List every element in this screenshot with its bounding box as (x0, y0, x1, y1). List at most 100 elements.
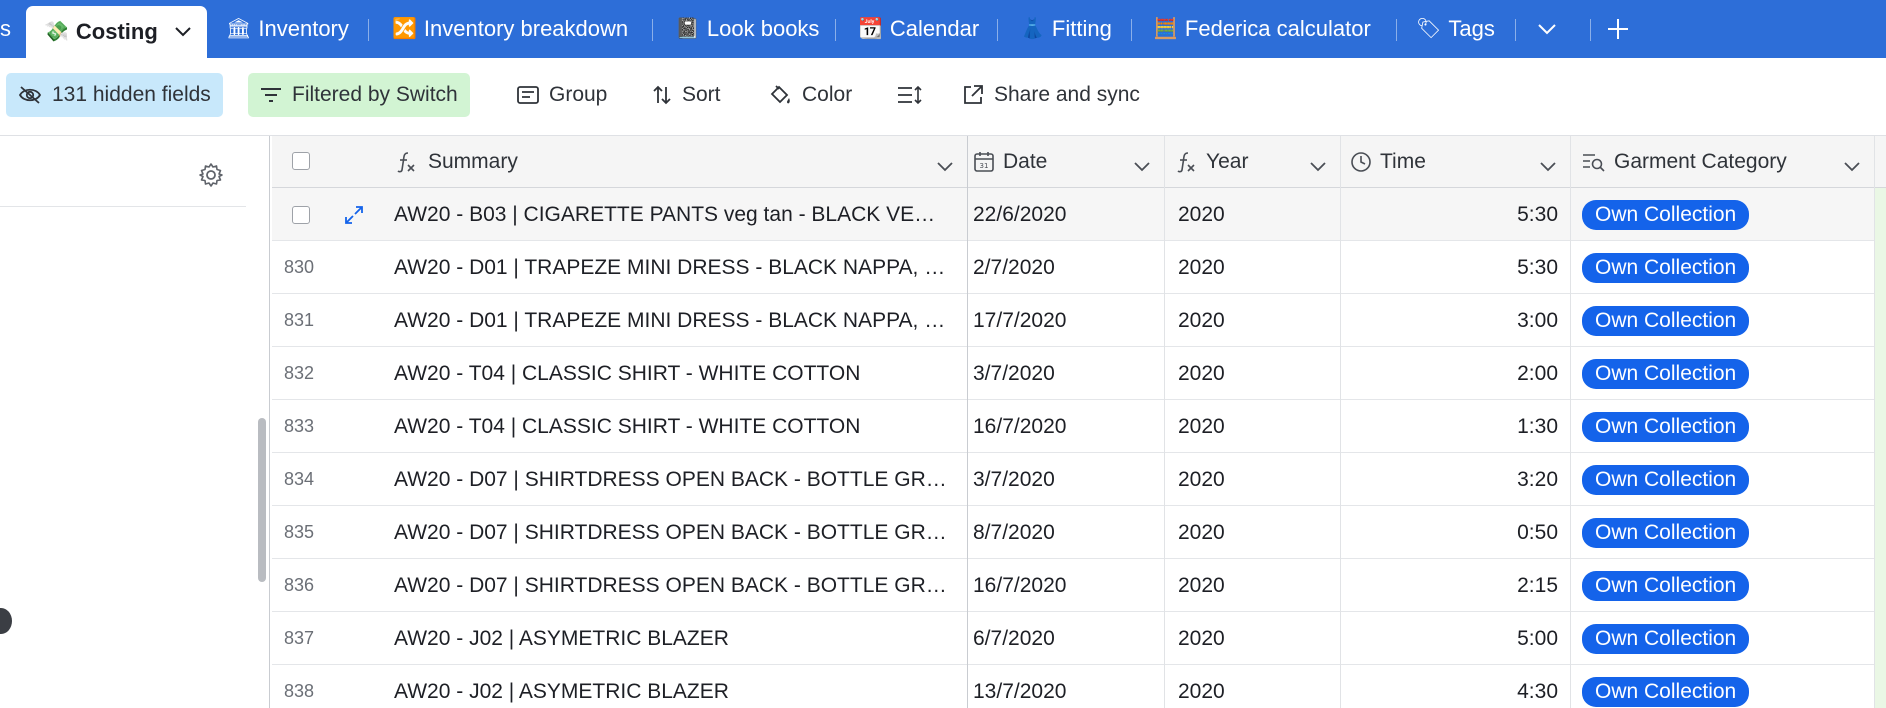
garment-category-cell[interactable]: Own Collection (1582, 612, 1872, 665)
garment-category-cell[interactable]: Own Collection (1582, 453, 1872, 506)
garment-category-cell[interactable]: Own Collection (1582, 188, 1872, 241)
chevron-down-icon[interactable] (937, 154, 953, 178)
time-cell[interactable]: 2:15 (1340, 559, 1558, 612)
garment-category-cell[interactable]: Own Collection (1582, 665, 1872, 708)
tab-look-books-label: Look books (706, 16, 820, 41)
year-cell[interactable]: 2020 (1178, 400, 1333, 453)
time-cell[interactable]: 5:00 (1340, 612, 1558, 665)
select-all-checkbox[interactable] (292, 152, 310, 170)
year-cell[interactable]: 2020 (1178, 665, 1333, 708)
avatar[interactable] (0, 608, 12, 634)
column-header-summary[interactable]: Summary (272, 136, 967, 188)
summary-cell[interactable]: AW20 - T04 | CLASSIC SHIRT - WHITE COTTO… (394, 347, 959, 400)
summary-cell[interactable]: AW20 - J02 | ASYMETRIC BLAZER (394, 612, 959, 665)
column-header-year[interactable]: Year (1164, 136, 1340, 188)
tab-look-books[interactable]: 📓 Look books (675, 0, 819, 58)
time-cell[interactable]: 3:20 (1340, 453, 1558, 506)
gear-icon[interactable] (198, 162, 224, 193)
summary-cell[interactable]: AW20 - B03 | CIGARETTE PANTS veg tan - B… (394, 188, 959, 241)
time-cell[interactable]: 1:30 (1340, 400, 1558, 453)
summary-cell[interactable]: AW20 - D07 | SHIRTDRESS OPEN BACK - BOTT… (394, 559, 959, 612)
garment-category-cell[interactable]: Own Collection (1582, 506, 1872, 559)
table-row[interactable]: 835 AW20 - D07 | SHIRTDRESS OPEN BACK - B… (272, 506, 1886, 559)
summary-cell[interactable]: AW20 - D01 | TRAPEZE MINI DRESS - BLACK … (394, 294, 959, 347)
year-cell[interactable]: 2020 (1178, 347, 1333, 400)
year-cell[interactable]: 2020 (1178, 559, 1333, 612)
column-header-garment-category[interactable]: Garment Category (1570, 136, 1874, 188)
color-button[interactable]: Color (756, 73, 864, 117)
date-cell[interactable]: 13/7/2020 (973, 665, 1158, 708)
year-cell[interactable]: 2020 (1178, 294, 1333, 347)
chevron-down-icon[interactable] (1134, 154, 1150, 178)
date-cell[interactable]: 22/6/2020 (973, 188, 1158, 241)
chevron-down-icon[interactable] (1844, 154, 1860, 178)
garment-category-cell[interactable]: Own Collection (1582, 400, 1872, 453)
hidden-fields-label: 131 hidden fields (52, 83, 211, 106)
row-height-button[interactable] (885, 73, 935, 117)
add-table-button[interactable] (1607, 0, 1629, 58)
expand-record-icon[interactable] (344, 188, 364, 241)
time-cell[interactable]: 2:00 (1340, 347, 1558, 400)
tab-tags[interactable]: 🏷 Tags (1416, 0, 1495, 58)
year-cell[interactable]: 2020 (1178, 506, 1333, 559)
time-cell[interactable]: 5:30 (1340, 188, 1558, 241)
column-divider[interactable] (967, 136, 968, 708)
date-cell[interactable]: 16/7/2020 (973, 559, 1158, 612)
sidebar-scrollbar[interactable] (258, 418, 266, 582)
garment-category-cell[interactable]: Own Collection (1582, 241, 1872, 294)
chevron-down-icon[interactable] (1310, 154, 1326, 178)
time-cell[interactable]: 5:30 (1340, 241, 1558, 294)
table-row[interactable]: 837 AW20 - J02 | ASYMETRIC BLAZER 6/7/2020… (272, 612, 1886, 665)
chevron-down-icon[interactable] (175, 27, 191, 37)
date-cell[interactable]: 8/7/2020 (973, 506, 1158, 559)
category-pill: Own Collection (1582, 623, 1750, 654)
table-row[interactable]: 836 AW20 - D07 | SHIRTDRESS OPEN BACK - B… (272, 559, 1886, 612)
date-cell[interactable]: 3/7/2020 (973, 347, 1158, 400)
tab-federica-calculator[interactable]: 🧮 Federica calculator (1153, 0, 1371, 58)
date-cell[interactable]: 17/7/2020 (973, 294, 1158, 347)
table-row[interactable]: 831 AW20 - D01 | TRAPEZE MINI DRESS - BLA… (272, 294, 1886, 347)
garment-category-cell[interactable]: Own Collection (1582, 559, 1872, 612)
summary-cell[interactable]: AW20 - D07 | SHIRTDRESS OPEN BACK - BOTT… (394, 453, 959, 506)
garment-category-cell[interactable]: Own Collection (1582, 347, 1872, 400)
date-cell[interactable]: 16/7/2020 (973, 400, 1158, 453)
table-row[interactable]: 834 AW20 - D07 | SHIRTDRESS OPEN BACK - B… (272, 453, 1886, 506)
filter-label: Filtered by Switch (292, 83, 458, 106)
time-cell[interactable]: 4:30 (1340, 665, 1558, 708)
date-cell[interactable]: 3/7/2020 (973, 453, 1158, 506)
summary-cell[interactable]: AW20 - D01 | TRAPEZE MINI DRESS - BLACK … (394, 241, 959, 294)
table-row[interactable]: 833 AW20 - T04 | CLASSIC SHIRT - WHITE CO… (272, 400, 1886, 453)
table-row[interactable]: AW20 - B03 | CIGARETTE PANTS veg tan - B… (272, 188, 1886, 241)
filter-button[interactable]: Filtered by Switch (248, 73, 470, 117)
table-row[interactable]: 830 AW20 - D01 | TRAPEZE MINI DRESS - BLA… (272, 241, 1886, 294)
summary-cell[interactable]: AW20 - J02 | ASYMETRIC BLAZER (394, 665, 959, 708)
table-row[interactable]: 832 AW20 - T04 | CLASSIC SHIRT - WHITE CO… (272, 347, 1886, 400)
date-cell[interactable]: 6/7/2020 (973, 612, 1158, 665)
tab-calendar[interactable]: 📆 Calendar (858, 0, 979, 58)
tab-costing[interactable]: 💸 Costing (26, 6, 207, 58)
tab-inventory-breakdown[interactable]: 🔀 Inventory breakdown (392, 0, 628, 58)
sort-button[interactable]: Sort (640, 73, 733, 117)
time-cell[interactable]: 3:00 (1340, 294, 1558, 347)
share-and-sync-button[interactable]: Share and sync (950, 73, 1152, 117)
tab-inventory[interactable]: 🏛 Inventory (226, 0, 349, 58)
tab-partial[interactable]: s (0, 0, 11, 58)
column-header-time[interactable]: Time (1340, 136, 1570, 188)
group-button[interactable]: Group (505, 73, 619, 117)
year-cell[interactable]: 2020 (1178, 241, 1333, 294)
date-cell[interactable]: 2/7/2020 (973, 241, 1158, 294)
chevron-down-icon[interactable] (1540, 154, 1556, 178)
table-row[interactable]: 838 AW20 - J02 | ASYMETRIC BLAZER 13/7/202… (272, 665, 1886, 708)
garment-category-cell[interactable]: Own Collection (1582, 294, 1872, 347)
year-cell[interactable]: 2020 (1178, 453, 1333, 506)
year-cell[interactable]: 2020 (1178, 612, 1333, 665)
column-header-date[interactable]: 31 Date (967, 136, 1164, 188)
summary-cell[interactable]: AW20 - D07 | SHIRTDRESS OPEN BACK - BOTT… (394, 506, 959, 559)
summary-header-label: Summary (428, 149, 518, 173)
summary-cell[interactable]: AW20 - T04 | CLASSIC SHIRT - WHITE COTTO… (394, 400, 959, 453)
time-cell[interactable]: 0:50 (1340, 506, 1558, 559)
year-cell[interactable]: 2020 (1178, 188, 1333, 241)
more-tabs-button[interactable] (1538, 0, 1556, 58)
hidden-fields-button[interactable]: 131 hidden fields (6, 73, 223, 117)
tab-fitting[interactable]: 👗 Fitting (1020, 0, 1112, 58)
